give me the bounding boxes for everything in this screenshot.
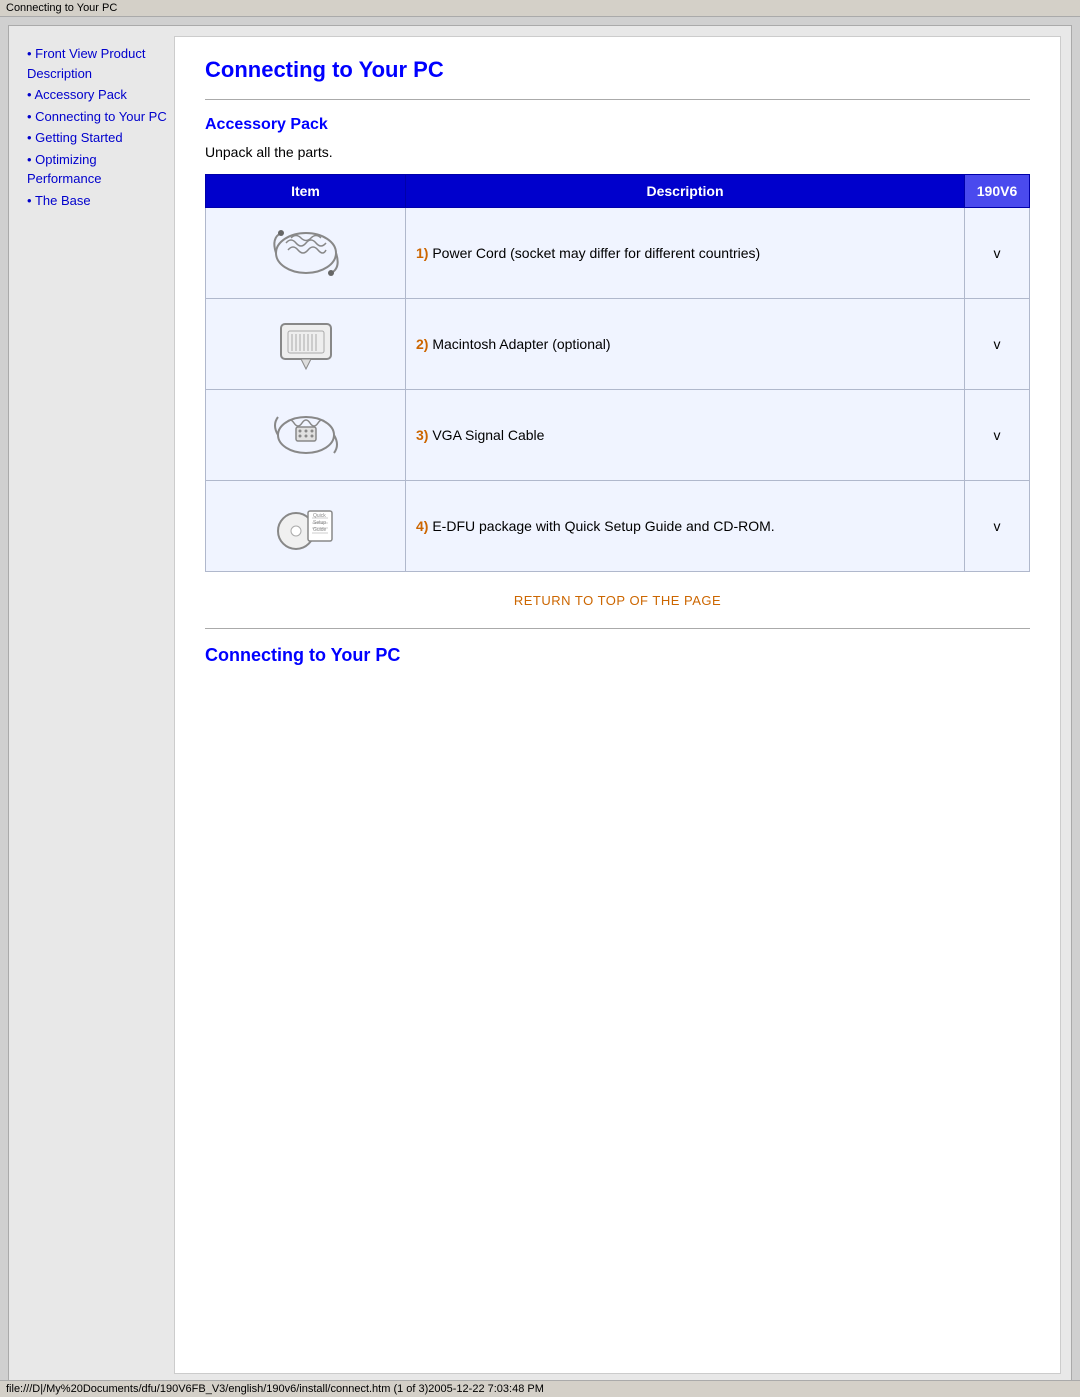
table-body: 1) Power Cord (socket may differ for dif… bbox=[206, 208, 1030, 572]
table-cell-check-3: v bbox=[965, 390, 1030, 481]
sidebar-link-connecting[interactable]: Connecting to Your PC bbox=[35, 109, 167, 124]
sidebar-item-accessory-pack[interactable]: Accessory Pack bbox=[27, 85, 170, 105]
sidebar-nav-list: Front View Product Description Accessory… bbox=[27, 44, 170, 210]
outer-frame: Front View Product Description Accessory… bbox=[8, 25, 1072, 1385]
sidebar-item-the-base[interactable]: The Base bbox=[27, 191, 170, 211]
table-cell-check-1: v bbox=[965, 208, 1030, 299]
header-description: Description bbox=[406, 175, 965, 208]
svg-text:Guide: Guide bbox=[313, 527, 327, 533]
title-bar-text: Connecting to Your PC bbox=[6, 2, 117, 14]
status-bar-text: file:///D|/My%20Documents/dfu/190V6FB_V3… bbox=[6, 1383, 544, 1395]
item-number-4: 4) bbox=[416, 518, 428, 534]
table-cell-description-3: 3) VGA Signal Cable bbox=[406, 390, 965, 481]
cdrom-icon: Quick Setup Guide bbox=[216, 491, 395, 561]
top-divider bbox=[205, 99, 1030, 100]
sidebar-link-accessory-pack[interactable]: Accessory Pack bbox=[34, 87, 126, 102]
content-area: Front View Product Description Accessory… bbox=[9, 26, 1071, 1384]
table-cell-description-1: 1) Power Cord (socket may differ for dif… bbox=[406, 208, 965, 299]
table-cell-icon-4: Quick Setup Guide bbox=[206, 481, 406, 572]
title-bar: Connecting to Your PC bbox=[0, 0, 1080, 17]
item-number-2: 2) bbox=[416, 336, 428, 352]
table-row: Quick Setup Guide 4) E-DFU package with … bbox=[206, 481, 1030, 572]
item-number-3: 3) bbox=[416, 427, 428, 443]
sidebar-item-optimizing-performance[interactable]: Optimizing Performance bbox=[27, 150, 170, 189]
power-cord-icon bbox=[216, 218, 395, 288]
sidebar-link-the-base[interactable]: The Base bbox=[35, 193, 91, 208]
bottom-divider bbox=[205, 628, 1030, 629]
table-cell-check-2: v bbox=[965, 299, 1030, 390]
accessory-table: Item Description 190V6 1) Power Cord (so… bbox=[205, 174, 1030, 572]
header-model: 190V6 bbox=[965, 175, 1030, 208]
unpack-text: Unpack all the parts. bbox=[205, 144, 1030, 160]
header-item: Item bbox=[206, 175, 406, 208]
sidebar-item-connecting[interactable]: Connecting to Your PC bbox=[27, 107, 170, 127]
section-accessory-pack-title: Accessory Pack bbox=[205, 116, 1030, 134]
section-connecting-title: Connecting to Your PC bbox=[205, 645, 1030, 666]
page-title: Connecting to Your PC bbox=[205, 57, 1030, 83]
sidebar-link-optimizing-performance[interactable]: Optimizing Performance bbox=[27, 152, 101, 187]
table-header-row: Item Description 190V6 bbox=[206, 175, 1030, 208]
svg-text:Setup: Setup bbox=[313, 520, 326, 526]
item-number-1: 1) bbox=[416, 245, 428, 261]
vga-cable-icon bbox=[216, 400, 395, 470]
table-row: 2) Macintosh Adapter (optional)v bbox=[206, 299, 1030, 390]
table-cell-icon-3 bbox=[206, 390, 406, 481]
table-cell-icon-2 bbox=[206, 299, 406, 390]
sidebar-item-front-view[interactable]: Front View Product Description bbox=[27, 44, 170, 83]
return-to-top-section: RETURN TO TOP OF THE PAGE bbox=[205, 592, 1030, 608]
svg-text:Quick: Quick bbox=[313, 513, 326, 519]
table-row: 3) VGA Signal Cablev bbox=[206, 390, 1030, 481]
mac-adapter-icon bbox=[216, 309, 395, 379]
table-cell-check-4: v bbox=[965, 481, 1030, 572]
sidebar: Front View Product Description Accessory… bbox=[19, 36, 174, 1374]
sidebar-link-getting-started[interactable]: Getting Started bbox=[35, 130, 122, 145]
table-cell-description-4: 4) E-DFU package with Quick Setup Guide … bbox=[406, 481, 965, 572]
sidebar-link-front-view[interactable]: Front View Product Description bbox=[27, 46, 145, 81]
table-row: 1) Power Cord (socket may differ for dif… bbox=[206, 208, 1030, 299]
table-cell-icon-1 bbox=[206, 208, 406, 299]
return-to-top-link[interactable]: RETURN TO TOP OF THE PAGE bbox=[514, 593, 721, 608]
table-cell-description-2: 2) Macintosh Adapter (optional) bbox=[406, 299, 965, 390]
main-content: Connecting to Your PC Accessory Pack Unp… bbox=[174, 36, 1061, 1374]
sidebar-item-getting-started[interactable]: Getting Started bbox=[27, 128, 170, 148]
status-bar: file:///D|/My%20Documents/dfu/190V6FB_V3… bbox=[0, 1380, 1080, 1397]
